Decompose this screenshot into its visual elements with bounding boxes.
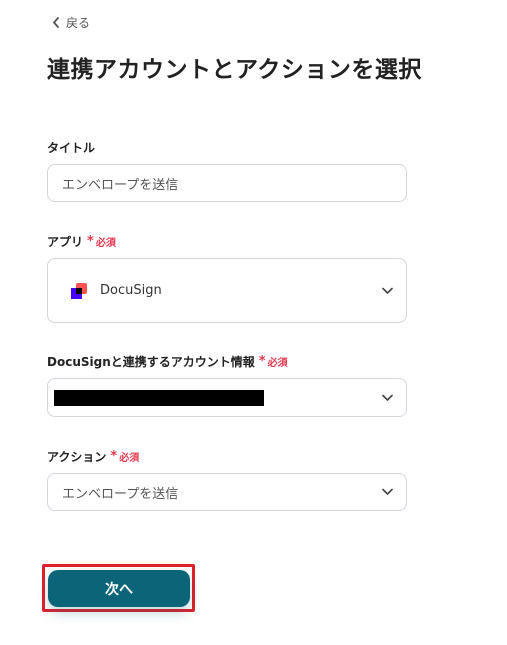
chevron-left-icon (53, 17, 59, 28)
asterisk-icon: * (110, 449, 118, 464)
title-input-value: エンベロープを送信 (62, 177, 179, 193)
title-input[interactable]: エンベロープを送信 (47, 164, 407, 202)
required-text: 必須 (95, 238, 116, 249)
account-select[interactable] (47, 378, 407, 417)
next-button-label: 次へ (105, 581, 133, 598)
app-label-text: アプリ (47, 235, 84, 249)
app-field-label: アプリ * 必須 (47, 233, 116, 250)
asterisk-icon: * (87, 234, 94, 249)
docusign-logo-icon (71, 282, 87, 299)
back-label: 戻る (66, 16, 91, 30)
app-select[interactable]: DocuSign (47, 258, 407, 323)
page-title: 連携アカウントとアクションを選択 (47, 57, 422, 83)
required-badge: * 必須 (259, 354, 288, 369)
chevron-down-icon (382, 287, 393, 294)
redacted-account-value (54, 389, 264, 406)
required-text: 必須 (267, 358, 288, 369)
chevron-down-icon (382, 394, 393, 401)
action-field-label: アクション * 必須 (47, 448, 139, 465)
back-link[interactable]: 戻る (52, 14, 90, 31)
account-field-label: DocuSignと連携するアカウント情報 * 必須 (47, 353, 288, 370)
action-label-text: アクション (47, 450, 107, 464)
required-badge: * 必須 (110, 449, 139, 464)
required-badge: * 必須 (87, 234, 116, 249)
account-label-text: DocuSignと連携するアカウント情報 (47, 355, 255, 369)
required-text: 必須 (119, 453, 140, 464)
asterisk-icon: * (258, 354, 266, 369)
chevron-down-icon (382, 488, 393, 495)
title-field-label: タイトル (47, 139, 95, 156)
app-select-value: DocuSign (100, 283, 162, 298)
action-select-value: エンベロープを送信 (62, 486, 179, 502)
title-label-text: タイトル (47, 141, 96, 155)
next-button[interactable]: 次へ (48, 570, 190, 607)
action-select[interactable]: エンベロープを送信 (47, 473, 407, 511)
